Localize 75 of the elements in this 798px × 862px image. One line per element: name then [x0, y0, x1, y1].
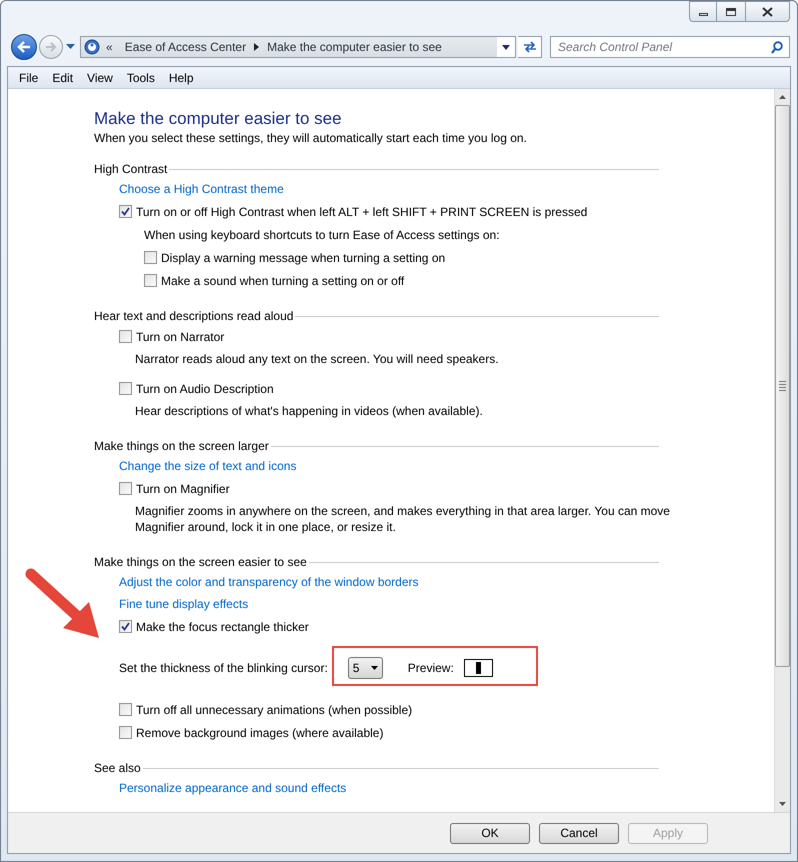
- checkbox[interactable]: [144, 274, 157, 287]
- checkbox-label[interactable]: Turn on Narrator: [136, 328, 224, 346]
- menu-item[interactable]: File: [12, 68, 46, 86]
- search-input[interactable]: Search Control Panel: [558, 38, 771, 56]
- link[interactable]: Change the size of text and icons: [119, 455, 296, 477]
- scrollbar[interactable]: [774, 89, 790, 812]
- checkbox[interactable]: [119, 482, 132, 495]
- instruction-text: When using keyboard shortcuts to turn Ease of Access settings on:: [144, 226, 501, 244]
- breadcrumb-item[interactable]: Ease of Access Center: [124, 38, 246, 56]
- close-button[interactable]: [745, 1, 790, 22]
- dialog-button: Apply: [628, 822, 708, 844]
- description-text: Magnifier zooms in anywhere on the screen, and makes everything in that area larger. You can move Magnifier around, lock it in one place, or resize it.: [135, 503, 671, 536]
- address-dropdown-button[interactable]: [497, 37, 515, 57]
- control-panel-icon: [84, 39, 100, 55]
- link[interactable]: Choose a High Contrast theme: [119, 178, 284, 200]
- section-heading: See also: [94, 760, 141, 777]
- checkbox-label[interactable]: Remove background images (where available): [136, 724, 384, 742]
- menu-item[interactable]: Tools: [120, 68, 162, 86]
- description-text: Narrator reads aloud any text on the screen. You will need speakers.: [135, 351, 500, 368]
- minimize-icon: [698, 13, 708, 16]
- scroll-down-icon[interactable]: [779, 802, 786, 806]
- thickness-dropdown[interactable]: 5: [348, 657, 383, 679]
- check-icon: [121, 207, 130, 216]
- setting-label: Set the thickness of the blinking cursor:: [119, 660, 328, 677]
- menu-item[interactable]: Help: [162, 68, 201, 86]
- description-text: Hear descriptions of what's happening in videos (when available).: [135, 403, 484, 420]
- checkbox-label[interactable]: Make a sound when turning a setting on or off: [161, 272, 404, 290]
- minimize-button[interactable]: [689, 1, 717, 22]
- address-bar[interactable]: « Ease of Access Center Make the computer easier to see: [80, 36, 516, 58]
- menu-item[interactable]: Edit: [45, 68, 80, 86]
- refresh-icon: [522, 41, 536, 53]
- cursor-preview: [464, 659, 493, 677]
- section-heading: High Contrast: [94, 161, 168, 178]
- checkbox-label[interactable]: Turn on or off High Contrast when left ALT + left SHIFT + PRINT SCREEN is pressed: [136, 202, 588, 220]
- close-icon: [762, 6, 773, 16]
- checkbox-label[interactable]: Display a warning message when turning a setting on: [161, 248, 446, 266]
- page-title: Make the computer easier to see: [94, 108, 343, 130]
- page-subtitle: When you select these settings, they will automatically start each time you log on.: [94, 130, 528, 146]
- checkbox-label[interactable]: Turn off all unnecessary animations (when possible): [136, 700, 412, 718]
- section-heading: Make things on the screen larger: [94, 438, 269, 455]
- search-icon[interactable]: [771, 40, 783, 54]
- forward-arrow-icon: [45, 42, 57, 52]
- back-button[interactable]: [11, 34, 37, 60]
- checkbox[interactable]: [119, 620, 132, 633]
- breadcrumb-item: Make the computer easier to see: [267, 39, 442, 56]
- refresh-button[interactable]: [518, 36, 542, 58]
- caret-icon: [502, 44, 510, 50]
- breadcrumb-overflow[interactable]: «: [106, 38, 113, 56]
- checkbox[interactable]: [119, 382, 132, 395]
- scroll-up-icon[interactable]: [779, 95, 786, 99]
- link[interactable]: Adjust the color and transparency of the window borders: [119, 571, 419, 593]
- checkbox[interactable]: [119, 330, 132, 343]
- checkbox-label[interactable]: Turn on Magnifier: [136, 480, 230, 498]
- section-heading: Make things on the screen easier to see: [94, 554, 307, 571]
- maximize-icon: [726, 8, 736, 16]
- preview-label: Preview:: [408, 660, 454, 677]
- link[interactable]: Personalize appearance and sound effects: [119, 777, 346, 799]
- link[interactable]: Fine tune display effects: [119, 593, 248, 615]
- dialog-button[interactable]: Cancel: [539, 822, 619, 844]
- menu-item[interactable]: View: [80, 68, 120, 86]
- checkbox[interactable]: [144, 251, 157, 264]
- dropdown-arrow-icon[interactable]: [66, 44, 75, 50]
- chevron-icon[interactable]: [254, 43, 260, 51]
- search-field[interactable]: Search Control Panel: [550, 36, 790, 58]
- dialog-button[interactable]: OK: [450, 822, 530, 844]
- checkbox-label[interactable]: Turn on Audio Description: [136, 380, 274, 398]
- checkbox[interactable]: [119, 726, 132, 739]
- check-icon: [121, 622, 130, 631]
- caret-icon: [370, 666, 378, 670]
- back-arrow-icon: [17, 41, 31, 53]
- section-heading: Hear text and descriptions read aloud: [94, 308, 294, 325]
- maximize-button[interactable]: [717, 1, 745, 22]
- checkbox[interactable]: [119, 205, 132, 218]
- checkbox[interactable]: [119, 703, 132, 716]
- checkbox-label[interactable]: Make the focus rectangle thicker: [136, 618, 309, 636]
